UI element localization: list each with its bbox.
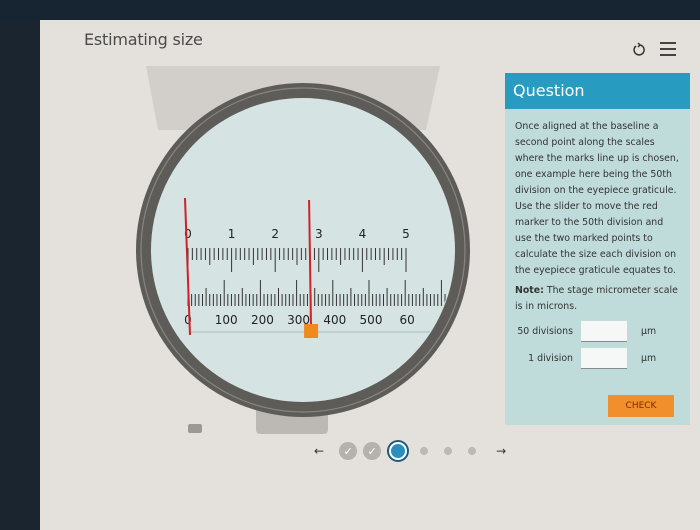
- stage-scale-label: 500: [360, 313, 383, 327]
- check-button[interactable]: CHECK: [608, 395, 674, 417]
- slider-handle[interactable]: [304, 324, 319, 338]
- app-screen: Estimating size 0 1 2 3 4 5 0 100 200 300 400 500 60…: [40, 20, 700, 530]
- stage-scale-label: 200: [251, 313, 274, 327]
- question-panel: Question Once aligned at the baseline a …: [505, 73, 690, 425]
- note-label: Note:: [515, 285, 544, 296]
- microscope-view: 0 1 2 3 4 50 100 200 300 400 500 60: [136, 66, 470, 434]
- field-label-1-division: 1 division: [528, 352, 573, 364]
- question-note: Note: The stage micrometer scale is in m…: [515, 283, 682, 315]
- eyepiece-scale-label: 3: [315, 227, 323, 241]
- question-heading: Question: [505, 73, 690, 109]
- stage-scale-label: 100: [215, 313, 238, 327]
- unit-label: µm: [641, 352, 657, 364]
- device-top-bar: [0, 0, 700, 22]
- eyepiece-scale-label: 4: [359, 227, 367, 241]
- eyepiece-scale-label: 1: [228, 227, 236, 241]
- step-navigation: ← ✓ ✓ →: [302, 442, 518, 460]
- stage-scale-label: 0: [184, 313, 192, 327]
- step-2-completed[interactable]: ✓: [363, 442, 382, 460]
- field-label-50-divisions: 50 divisions: [517, 325, 573, 337]
- reset-icon[interactable]: [632, 42, 646, 56]
- 1-division-input[interactable]: [581, 348, 627, 369]
- field-row-50-divisions: 50 divisions µm: [515, 321, 682, 342]
- base-knob: [188, 424, 202, 433]
- prev-arrow-icon[interactable]: ←: [314, 444, 324, 458]
- step-6[interactable]: [468, 447, 477, 455]
- step-4[interactable]: [420, 447, 429, 455]
- field-row-1-division: 1 division µm: [515, 348, 682, 369]
- step-5[interactable]: [444, 447, 453, 455]
- unit-label: µm: [641, 325, 657, 337]
- 50-divisions-input[interactable]: [581, 321, 627, 342]
- step-3-current[interactable]: [389, 442, 408, 460]
- stage-scale-label: 60: [400, 313, 415, 327]
- eyepiece-scale-label: 2: [271, 227, 279, 241]
- check-icon: ✓: [343, 444, 353, 458]
- hamburger-menu-icon[interactable]: [660, 42, 676, 56]
- eyepiece-scale-label: 5: [402, 227, 410, 241]
- check-icon: ✓: [367, 444, 377, 458]
- question-text: Once aligned at the baseline a second po…: [515, 121, 679, 276]
- step-1-completed[interactable]: ✓: [339, 442, 358, 460]
- stage-scale-label: 400: [323, 313, 346, 327]
- next-arrow-icon[interactable]: →: [496, 444, 506, 458]
